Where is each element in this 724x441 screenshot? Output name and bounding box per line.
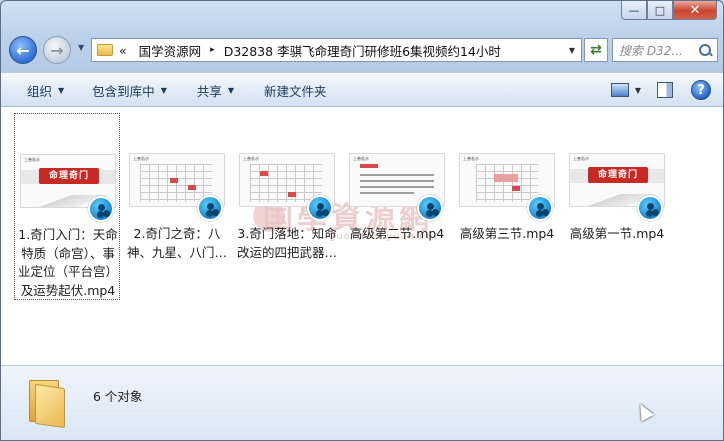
- command-bar: 组织 ▼ 包含到库中 ▼ 共享 ▼ 新建文件夹 ▼ ?: [1, 73, 723, 107]
- address-bar[interactable]: « 国学资源网 ▸ D32838 李骐飞命理奇门研修班6集视频约14小时 ▼: [91, 38, 582, 62]
- media-player-icon: [197, 195, 223, 221]
- chevron-down-icon: ▼: [160, 85, 167, 95]
- caption-buttons: — □ ✕: [621, 1, 717, 21]
- navigation-bar: ← → ▼ « 国学资源网 ▸ D32838 李骐飞命理奇门研修班6集视频约14…: [1, 33, 723, 67]
- search-placeholder: 搜索 D32...: [619, 43, 683, 58]
- help-icon[interactable]: ?: [691, 80, 711, 100]
- recent-pages-dropdown-icon[interactable]: ▼: [78, 43, 84, 52]
- maximize-button[interactable]: □: [647, 1, 673, 20]
- organize-label: 组织: [27, 83, 53, 99]
- new-folder-label: 新建文件夹: [264, 83, 327, 99]
- back-button[interactable]: ←: [9, 36, 37, 64]
- chevron-down-icon: ▼: [58, 85, 65, 95]
- breadcrumb-overflow[interactable]: «: [119, 43, 127, 58]
- media-player-icon: [88, 196, 114, 222]
- file-name: 2.奇门之奇：八神、九星、八门…: [126, 226, 227, 260]
- forward-button[interactable]: →: [43, 36, 71, 64]
- include-in-library-menu[interactable]: 包含到库中 ▼: [76, 74, 179, 106]
- file-name: 高级第一节.mp4: [569, 226, 665, 241]
- file-item[interactable]: 上善若水 命理奇门 1.奇门入门：天命特质（命宫）、事业定位（平台宫）及运势起伏…: [14, 113, 120, 300]
- explorer-window: — □ ✕ ← → ▼ « 国学资源网 ▸ D32838 李骐飞命理奇门研修班6…: [0, 0, 724, 441]
- item-count: 6 个对象: [93, 389, 143, 404]
- media-player-icon: [637, 195, 663, 221]
- media-player-icon: [307, 195, 333, 221]
- breadcrumb-item-current[interactable]: D32838 李骐飞命理奇门研修班6集视频约14小时: [224, 41, 501, 60]
- close-button[interactable]: ✕: [673, 1, 717, 20]
- folder-icon: [29, 380, 69, 429]
- chevron-down-icon: ▼: [227, 85, 235, 95]
- address-dropdown-icon[interactable]: ▼: [569, 46, 575, 55]
- file-name: 高级第二节.mp4: [349, 226, 445, 241]
- share-label: 共享: [196, 83, 222, 99]
- view-options-dropdown-icon[interactable]: ▼: [635, 86, 641, 95]
- include-library-label: 包含到库中: [92, 83, 155, 99]
- toolbar-right: ▼ ?: [610, 74, 723, 106]
- change-view-icon[interactable]: [610, 83, 629, 97]
- media-player-icon: [417, 195, 443, 221]
- file-name: 高级第三节.mp4: [459, 226, 555, 241]
- search-input[interactable]: 搜索 D32...: [612, 38, 718, 62]
- media-player-icon: [527, 195, 553, 221]
- organize-menu[interactable]: 组织 ▼: [1, 74, 76, 106]
- preview-pane-icon[interactable]: [657, 82, 673, 98]
- details-pane: 6 个对象: [1, 365, 723, 440]
- breadcrumb-item-guoxue[interactable]: 国学资源网: [139, 41, 202, 60]
- search-icon[interactable]: [699, 43, 712, 57]
- share-menu[interactable]: 共享 ▼: [179, 74, 246, 106]
- thumbnail-title: 命理奇门: [588, 167, 648, 183]
- file-name: 3.奇门落地：知命改运的四把武器…: [236, 226, 337, 260]
- folder-icon: [97, 44, 113, 56]
- refresh-button[interactable]: ⇄: [584, 38, 608, 62]
- breadcrumb-separator-icon[interactable]: ▸: [210, 45, 215, 55]
- file-name: 1.奇门入门：天命特质（命宫）、事业定位（平台宫）及运势起伏.mp4: [17, 227, 118, 298]
- breadcrumb: « 国学资源网 ▸ D32838 李骐飞命理奇门研修班6集视频约14小时: [119, 41, 501, 60]
- file-list: 国學資源網 guoxuezi yuan.net 上善若水 命理奇门 1.奇门入门…: [1, 107, 723, 365]
- new-folder-button[interactable]: 新建文件夹: [246, 74, 339, 106]
- thumbnail-title: 命理奇门: [39, 168, 99, 184]
- minimize-button[interactable]: —: [621, 1, 647, 20]
